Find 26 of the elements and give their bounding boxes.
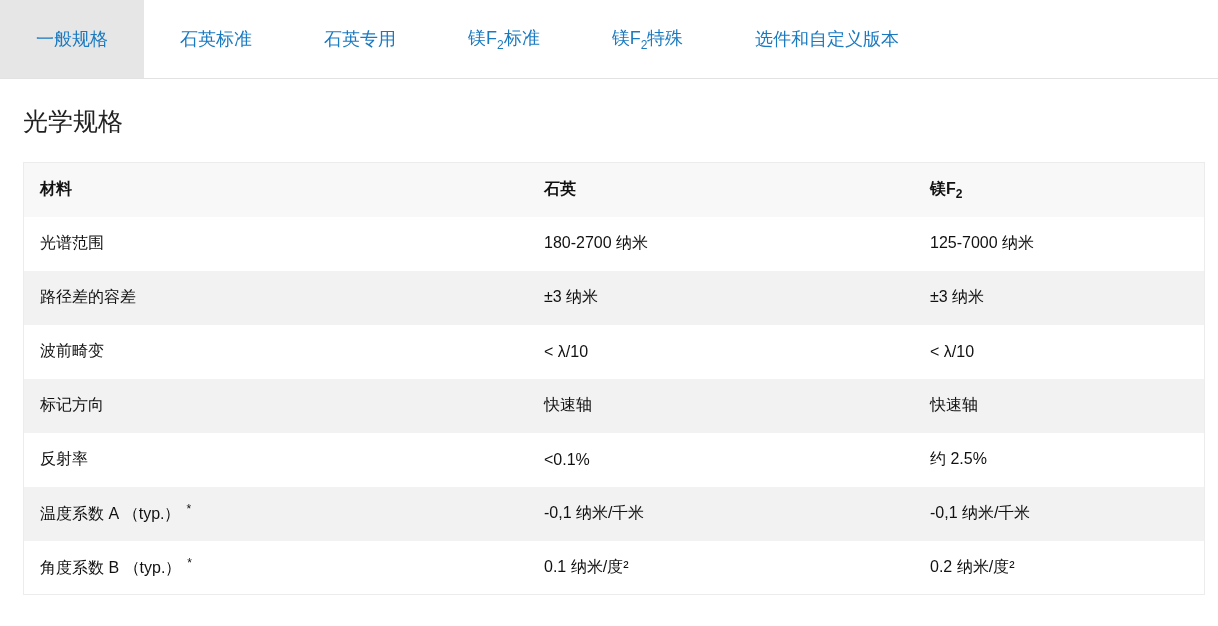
- column-header: 材料: [23, 162, 528, 217]
- table-cell: 快速轴: [914, 378, 1205, 433]
- table-cell: 125-7000 纳米: [914, 216, 1205, 271]
- table-cell: 快速轴: [528, 378, 914, 433]
- table-cell: 标记方向: [23, 378, 528, 433]
- table-cell: 路径差的容差: [23, 270, 528, 325]
- tab[interactable]: 一般规格: [0, 0, 144, 78]
- table-cell: 温度系数 A （typ.）$^{*}$: [23, 486, 528, 541]
- table-cell: 0.1 纳米/度²: [528, 540, 914, 595]
- table-cell: 光谱范围: [23, 216, 528, 271]
- table-cell: 波前畸变: [23, 324, 528, 379]
- table-cell: 0.2 纳米/度²: [914, 540, 1205, 595]
- column-header: 镁F$_{2}$: [914, 162, 1205, 217]
- table-cell: -0,1 纳米/千米: [528, 486, 914, 541]
- table-cell: < λ/10: [914, 324, 1205, 379]
- table-cell: ±3 纳米: [528, 270, 914, 325]
- table-cell: 180-2700 纳米: [528, 216, 914, 271]
- section-title: 光学规格: [23, 106, 124, 137]
- table-cell: 角度系数 B （typ.）$^{*}$: [23, 540, 528, 595]
- column-header: 石英: [528, 162, 914, 217]
- table-cell: < λ/10: [528, 324, 914, 379]
- table-cell: 反射率: [23, 432, 528, 487]
- table-cell: <0.1%: [528, 432, 914, 487]
- table-cell: ±3 纳米: [914, 270, 1205, 325]
- table-cell: 约 2.5%: [914, 432, 1205, 487]
- table-cell: -0,1 纳米/千米: [914, 486, 1205, 541]
